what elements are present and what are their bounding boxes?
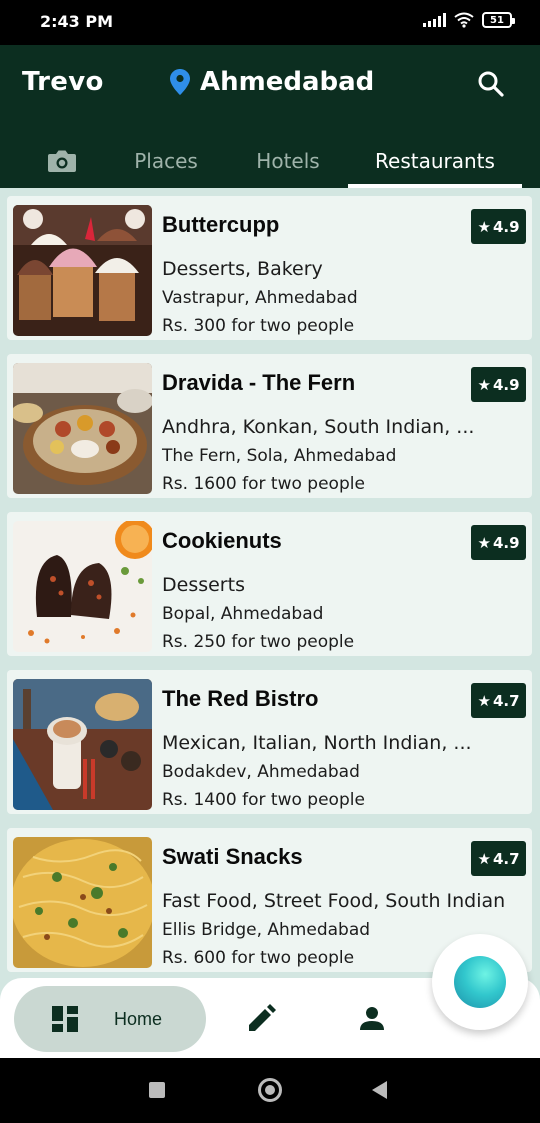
restaurant-name: Swati Snacks xyxy=(162,844,303,869)
restaurant-card[interactable]: Buttercupp ★ 4.9 Desserts, Bakery Vastrap… xyxy=(7,196,532,340)
restaurant-name: The Red Bistro xyxy=(162,686,319,711)
battery-level: 51 xyxy=(490,14,504,26)
restaurant-name: Dravida - The Fern xyxy=(162,370,356,395)
back-icon[interactable] xyxy=(372,1081,387,1099)
signal-icon xyxy=(423,13,446,27)
rating-value: 4.9 xyxy=(492,375,520,394)
restaurant-image xyxy=(13,837,152,968)
restaurant-card[interactable]: Cookienuts ★ 4.9 Desserts Bopal, Ahmedaba… xyxy=(7,512,532,656)
restaurant-image xyxy=(13,205,152,336)
tab-places[interactable]: Places xyxy=(118,133,214,188)
rating-value: 4.7 xyxy=(492,849,520,868)
status-time: 2:43 PM xyxy=(40,12,114,31)
assistant-orb-icon[interactable] xyxy=(454,956,506,1008)
search-icon[interactable] xyxy=(476,69,506,99)
rating-badge: ★ 4.9 xyxy=(471,209,526,244)
restaurant-cuisine: Desserts, Bakery xyxy=(162,258,323,280)
restaurant-address: Bopal, Ahmedabad xyxy=(162,604,324,624)
nav-home-label: Home xyxy=(114,1008,163,1029)
restaurant-name: Buttercupp xyxy=(162,212,280,237)
dashboard-icon xyxy=(52,1006,78,1032)
restaurant-address: Bodakdev, Ahmedabad xyxy=(162,762,360,782)
wifi-icon xyxy=(454,12,474,28)
rating-badge: ★ 4.7 xyxy=(471,841,526,876)
app-brand: Trevo xyxy=(22,67,104,97)
camera-icon xyxy=(48,150,76,172)
recents-icon[interactable] xyxy=(149,1082,165,1098)
restaurant-address: Ellis Bridge, Ahmedabad xyxy=(162,920,371,940)
restaurant-cuisine: Mexican, Italian, North Indian, ... xyxy=(162,732,472,754)
tab-hotels[interactable]: Hotels xyxy=(240,133,336,188)
location-selector[interactable]: Ahmedabad xyxy=(170,67,374,97)
status-bar: 2:43 PM 51 xyxy=(0,0,540,45)
category-tabs: Places Hotels Restaurants xyxy=(0,133,540,188)
restaurant-price: Rs. 600 for two people xyxy=(162,948,355,968)
status-icons: 51 xyxy=(423,12,515,28)
location-pin-icon xyxy=(170,69,190,95)
rating-value: 4.7 xyxy=(492,691,520,710)
restaurant-price: Rs. 1400 for two people xyxy=(162,790,365,810)
rating-badge: ★ 4.7 xyxy=(471,683,526,718)
star-icon: ★ xyxy=(477,217,491,236)
restaurant-price: Rs. 300 for two people xyxy=(162,316,355,336)
restaurant-image xyxy=(13,679,152,810)
system-navigation-bar xyxy=(0,1058,540,1123)
home-system-icon[interactable] xyxy=(258,1078,282,1102)
star-icon: ★ xyxy=(477,691,491,710)
location-name: Ahmedabad xyxy=(200,67,375,97)
restaurant-cuisine: Fast Food, Street Food, South Indian xyxy=(162,890,506,912)
restaurant-image xyxy=(13,363,152,494)
restaurant-address: The Fern, Sola, Ahmedabad xyxy=(162,446,397,466)
restaurant-cuisine: Andhra, Konkan, South Indian, ... xyxy=(162,416,475,438)
restaurant-address: Vastrapur, Ahmedabad xyxy=(162,288,358,308)
restaurant-name: Cookienuts xyxy=(162,528,282,553)
app-header: Trevo Ahmedabad Places Hotels Restaurant… xyxy=(0,45,540,188)
rating-badge: ★ 4.9 xyxy=(471,525,526,560)
battery-icon: 51 xyxy=(482,12,515,28)
star-icon: ★ xyxy=(477,849,491,868)
person-icon[interactable] xyxy=(357,1004,387,1034)
rating-value: 4.9 xyxy=(492,533,520,552)
star-icon: ★ xyxy=(477,375,491,394)
rating-badge: ★ 4.9 xyxy=(471,367,526,402)
restaurant-image xyxy=(13,521,152,652)
restaurant-card[interactable]: The Red Bistro ★ 4.7 Mexican, Italian, No… xyxy=(7,670,532,814)
restaurant-cuisine: Desserts xyxy=(162,574,245,596)
nav-home[interactable]: Home xyxy=(14,986,206,1052)
restaurant-price: Rs. 1600 for two people xyxy=(162,474,365,494)
restaurant-price: Rs. 250 for two people xyxy=(162,632,355,652)
edit-icon[interactable] xyxy=(246,1004,276,1034)
restaurant-card[interactable]: Dravida - The Fern ★ 4.9 Andhra, Konkan, … xyxy=(7,354,532,498)
star-icon: ★ xyxy=(477,533,491,552)
tab-restaurants[interactable]: Restaurants xyxy=(348,133,522,188)
rating-value: 4.9 xyxy=(492,217,520,236)
restaurant-list: Buttercupp ★ 4.9 Desserts, Bakery Vastrap… xyxy=(0,188,540,978)
tab-camera[interactable] xyxy=(30,133,94,188)
